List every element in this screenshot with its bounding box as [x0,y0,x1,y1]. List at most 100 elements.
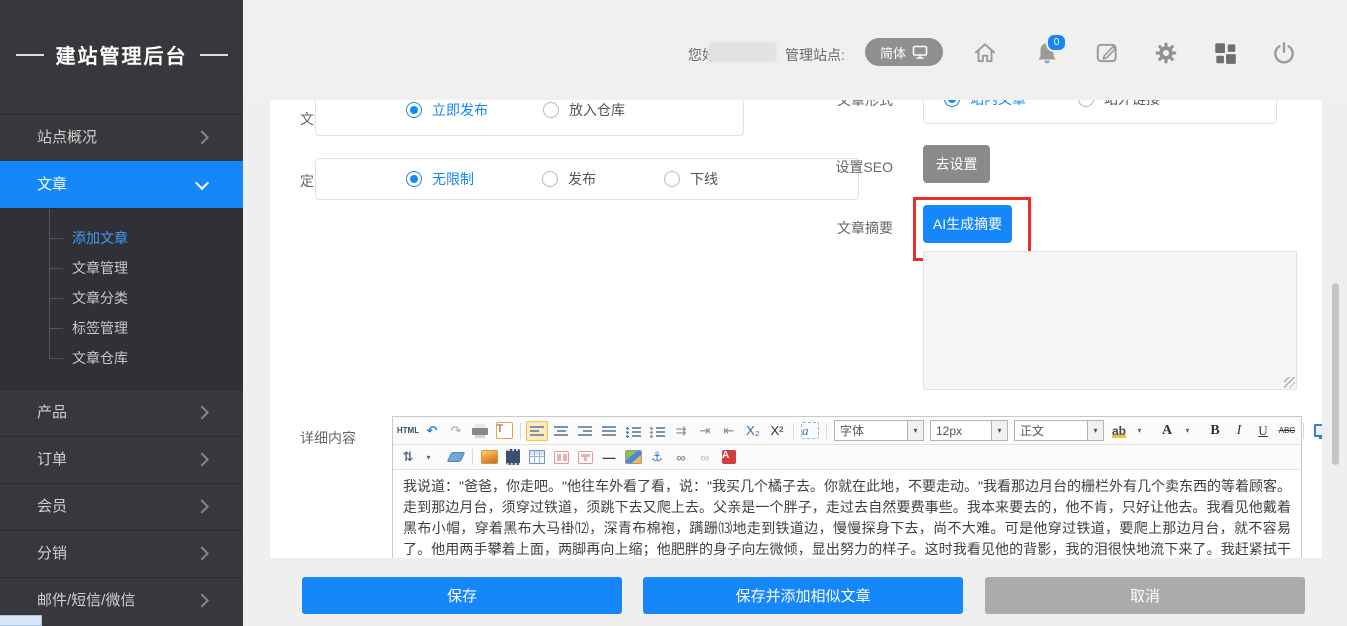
pdf-icon[interactable]: A [718,447,740,467]
scheduled-group: 无限制 发布 下线 [315,158,859,200]
cancel-button[interactable]: 取消 [985,577,1305,614]
radio-icon[interactable] [543,102,559,118]
image-icon[interactable] [478,447,500,467]
video-icon[interactable] [502,447,524,467]
logout-button[interactable] [1269,38,1299,68]
dropdown-arrow-icon[interactable]: ▾ [1087,421,1103,440]
radio-option[interactable]: 站外链接 [1078,100,1160,109]
radio-icon[interactable] [542,171,558,187]
radio-selected-icon[interactable] [944,100,960,107]
radio-option[interactable]: 立即发布 [406,100,488,120]
toolbar-separator [826,423,827,439]
sidebar-subitem-article-category[interactable]: 文章分类 [0,283,243,313]
content-panel: 文章状态 立即发布放入仓库 定时发布 无限制发布下线 文章形式 站内文章站外链接… [270,100,1322,558]
save-button[interactable]: 保存 [302,577,622,614]
radio-selected-icon[interactable] [406,102,422,118]
radio-selected-icon[interactable] [406,171,422,187]
chevron-down-icon [195,176,209,190]
scrollbar-thumb[interactable] [1332,283,1339,465]
editor-content[interactable]: 我说道："爸爸，你走吧。"他往车外看了看，说："我买几个橘子去。你就在此地，不要… [393,468,1301,558]
blockquote-icon[interactable]: ⇉ [670,421,692,441]
language-switch-button[interactable]: 简体 [865,38,943,66]
radio-option[interactable]: 下线 [664,169,718,189]
sidebar-item-distribution[interactable]: 分销 [0,530,243,577]
multi-image-icon[interactable] [622,447,644,467]
link-icon[interactable]: ∞ [670,447,692,467]
bold-icon[interactable]: B [1204,421,1226,441]
manage-site-label: 管理站点: [785,45,845,65]
chevron-right-icon [195,593,209,607]
anchor-text-icon[interactable]: a [799,421,821,441]
highlight-color-icon[interactable]: ab [1108,421,1130,441]
font-color-icon[interactable]: A [1156,421,1178,441]
format-select[interactable]: 正文▾ [1014,420,1104,441]
radio-option[interactable]: 站内文章 [944,100,1026,109]
font-size-select[interactable]: 12px▾ [930,420,1008,441]
outdent-icon[interactable]: ⇤ [718,421,740,441]
redo-icon[interactable]: ↷ [445,421,467,441]
undo-icon[interactable]: ↶ [421,421,443,441]
notifications-button[interactable]: 0 [1032,38,1062,68]
horizontal-rule-icon[interactable]: — [598,447,620,467]
chevron-right-icon [195,499,209,513]
radio-icon[interactable] [664,171,680,187]
sidebar-subitem-article-warehouse[interactable]: 文章仓库 [0,343,243,373]
top-header: 您好 管理站点: 简体 0 [243,0,1347,100]
radio-option[interactable]: 放入仓库 [543,100,625,120]
fullscreen-icon[interactable] [1311,421,1322,441]
sidebar-subitem-article-manage[interactable]: 文章管理 [0,253,243,283]
flash-icon[interactable] [550,447,572,467]
edit-button[interactable] [1092,38,1122,68]
unlink-icon[interactable]: ∞ [694,447,716,467]
sidebar-item-orders[interactable]: 订单 [0,436,243,483]
align-justify-icon[interactable] [598,421,620,441]
line-height-arrow-icon[interactable]: ▾ [421,447,443,467]
superscript-icon[interactable]: X² [766,421,788,441]
dropdown-arrow-icon[interactable]: ▾ [991,421,1007,440]
settings-button[interactable] [1151,38,1181,68]
sidebar-item-members[interactable]: 会员 [0,483,243,530]
print-icon[interactable] [469,421,491,441]
ordered-list-icon[interactable] [622,421,644,441]
unordered-list-icon[interactable] [646,421,668,441]
underline-icon[interactable]: U [1252,421,1274,441]
font-family-select[interactable]: 字体▾ [834,420,924,441]
resize-handle-icon[interactable] [1284,377,1295,388]
seo-settings-button[interactable]: 去设置 [923,145,990,183]
home-button[interactable] [970,38,1000,68]
font-color-arrow-icon[interactable]: ▾ [1180,421,1202,441]
align-center-icon[interactable] [550,421,572,441]
radio-label: 放入仓库 [569,100,625,120]
sidebar-item-products[interactable]: 产品 [0,389,243,436]
sidebar-item-articles[interactable]: 文章 [0,161,243,208]
dropdown-arrow-icon[interactable]: ▾ [907,421,923,440]
align-left-icon[interactable] [526,421,548,441]
sidebar-item-site-overview[interactable]: 站点概况 [0,114,243,161]
paste-text-icon[interactable]: T [493,421,515,441]
media-icon[interactable] [574,447,596,467]
sidebar-item-label: 会员 [37,498,67,515]
radio-icon[interactable] [1078,100,1094,107]
ai-generate-summary-button[interactable]: AI生成摘要 [923,205,1012,243]
remove-format-icon[interactable] [445,447,467,467]
italic-icon[interactable]: I [1228,421,1250,441]
line-height-icon[interactable]: ⇅ [397,447,419,467]
edit-icon [1094,40,1120,66]
subscript-icon[interactable]: X₂ [742,421,764,441]
sidebar-subitem-tag-manage[interactable]: 标签管理 [0,313,243,343]
anchor-icon[interactable]: ⚓ [646,447,668,467]
home-icon [972,40,998,66]
sidebar-subitem-add-article[interactable]: 添加文章 [0,223,243,253]
save-and-add-similar-button[interactable]: 保存并添加相似文章 [643,577,963,614]
summary-textarea[interactable] [923,251,1297,390]
chevron-right-icon [195,130,209,144]
radio-option[interactable]: 发布 [542,169,596,189]
indent-icon[interactable]: ⇥ [694,421,716,441]
source-code-icon[interactable]: HTML [397,421,419,441]
strikethrough-icon[interactable]: ABC [1276,421,1298,441]
table-icon[interactable] [526,447,548,467]
apps-button[interactable] [1210,38,1240,68]
highlight-color-arrow-icon[interactable]: ▾ [1132,421,1154,441]
align-right-icon[interactable] [574,421,596,441]
radio-option[interactable]: 无限制 [406,169,474,189]
